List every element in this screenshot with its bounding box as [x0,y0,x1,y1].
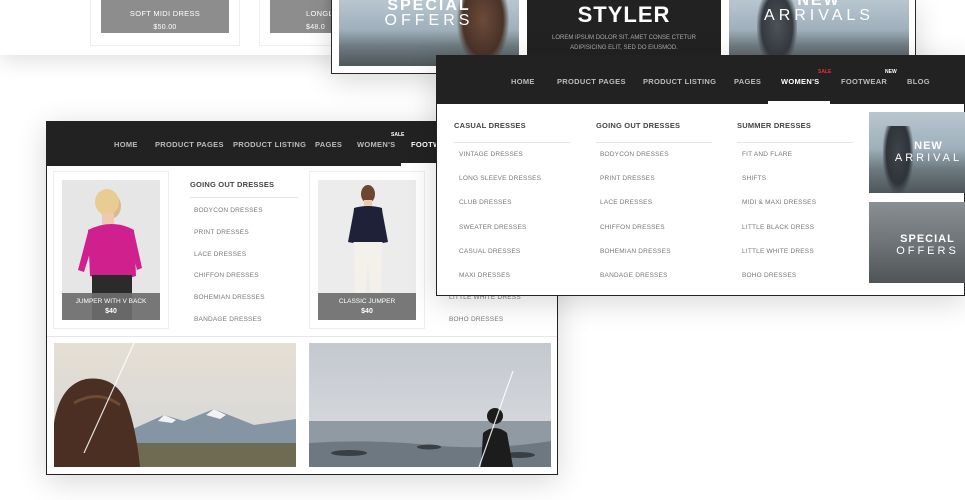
styler-text: LOREM IPSUM DOLOR SIT. AMET CONSE CTETUR… [552,35,696,51]
menu-link[interactable]: BANDAGE DRESSES [194,316,262,323]
menu-link[interactable]: CHIFFON DRESSES [600,224,665,231]
banner-photo [54,343,296,467]
menu-link[interactable]: MAXI DRESSES [459,272,510,279]
menu-link[interactable]: CHIFFON DRESSES [194,272,259,279]
menu-link[interactable]: FIT AND FLARE [742,151,792,158]
nav-womens[interactable]: WOMEN'S [781,77,819,86]
new-arrivals-title: NEW ARRIVALS [764,0,874,24]
nav-product-listing[interactable]: PRODUCT LISTING [643,77,716,86]
special-offers-title: SPECIAL OFFERS [384,0,474,29]
new-arrival-banner[interactable]: NEW ARRIVAL [869,112,965,193]
menu-link[interactable]: LACE DRESSES [194,251,246,258]
product-price: $50.00 [153,24,177,31]
column-divider [737,142,853,143]
menu-link[interactable]: LITTLE WHITE DRESS [742,248,814,255]
special-offers-banner[interactable]: SPECIAL OFFERS [869,202,965,283]
product-name: JUMPER WITH V BACK [75,298,147,305]
nav-blog[interactable]: BLOG [907,77,930,86]
nav-footwear[interactable]: FOOTWEAR [841,77,887,86]
menu-link[interactable]: LACE DRESSES [600,199,652,206]
product-price: $40 [105,308,117,315]
product-label: CLASSIC JUMPER $40 [318,293,416,320]
menu-link[interactable]: LONG SLEEVE DRESSES [459,175,541,182]
womens-dropdown-screen: HOME PRODUCT PAGES PRODUCT LISTING PAGES… [436,55,965,296]
banner-photo [309,343,551,467]
menu-link[interactable]: BODYCON DRESSES [194,207,263,214]
column-divider [454,142,570,143]
product-price: $40 [361,308,373,315]
nav-home[interactable]: HOME [511,77,535,86]
product-name: SOFT MIDI DRESS [129,9,201,18]
product-label: SOFT MIDI DRESS $50.00 [101,0,229,33]
section-divider [47,336,557,337]
nav-womens[interactable]: WOMEN'S [357,140,395,149]
menu-link[interactable]: CASUAL DRESSES [459,248,520,255]
menu-link[interactable]: LITTLE BLACK DRESS [742,224,814,231]
menu-link[interactable]: BODYCON DRESSES [600,151,669,158]
nav-product-pages[interactable]: PRODUCT PAGES [557,77,626,86]
column-divider [596,142,712,143]
menu-link[interactable]: BOHO DRESSES [449,316,503,323]
menu-link[interactable]: SHIFTS [742,175,766,182]
active-nav-indicator [768,101,830,104]
sale-badge: SALE [818,69,832,75]
column-heading: GOING OUT DRESSES [596,121,681,130]
active-nav-indicator [401,163,441,166]
styler-title: STYLER [577,2,671,27]
banner-woman-mountains[interactable] [54,343,296,467]
menu-link[interactable]: BOHO DRESSES [742,272,796,279]
menu-link[interactable]: PRINT DRESSES [600,175,655,182]
product-label: JUMPER WITH V BACK $40 [62,293,160,320]
product-name: CLASSIC JUMPER [338,298,396,305]
column-heading: GOING OUT DRESSES [190,180,275,189]
top-left-preview: SOFT MIDI DRESS $50.00 LONGLIN $48.0 [0,0,345,55]
product-card[interactable]: JUMPER WITH V BACK $40 [53,171,169,329]
sale-badge: SALE [391,132,405,138]
menu-link[interactable]: BANDAGE DRESSES [600,272,668,279]
nav-pages[interactable]: PAGES [315,140,342,149]
product-card[interactable]: CLASSIC JUMPER $40 [309,171,425,329]
special-offers-title: SPECIAL OFFERS [896,233,959,257]
column-divider [190,197,298,198]
menu-link[interactable]: BOHEMIAN DRESSES [194,294,265,301]
menu-link[interactable]: SWEATER DRESSES [459,224,527,231]
menu-link[interactable]: BOHEMIAN DRESSES [600,248,671,255]
nav-home[interactable]: HOME [114,140,138,149]
column-heading: CASUAL DRESSES [454,121,526,130]
main-nav: HOME PRODUCT PAGES PRODUCT LISTING PAGES… [437,56,964,104]
banner-man-sea[interactable] [309,343,551,467]
column-heading: SUMMER DRESSES [737,121,812,130]
menu-link[interactable]: MIDI & MAXI DRESSES [742,199,816,206]
menu-link[interactable]: VINTAGE DRESSES [459,151,523,158]
new-badge: NEW [885,69,897,75]
nav-pages[interactable]: PAGES [734,77,761,86]
menu-link[interactable]: CLUB DRESSES [459,199,512,206]
menu-link[interactable]: PRINT DRESSES [194,229,249,236]
new-arrival-title: NEW ARRIVAL [894,140,963,164]
product-tile[interactable]: SOFT MIDI DRESS $50.00 [90,0,240,46]
nav-product-listing[interactable]: PRODUCT LISTING [233,140,306,149]
nav-product-pages[interactable]: PRODUCT PAGES [155,140,224,149]
